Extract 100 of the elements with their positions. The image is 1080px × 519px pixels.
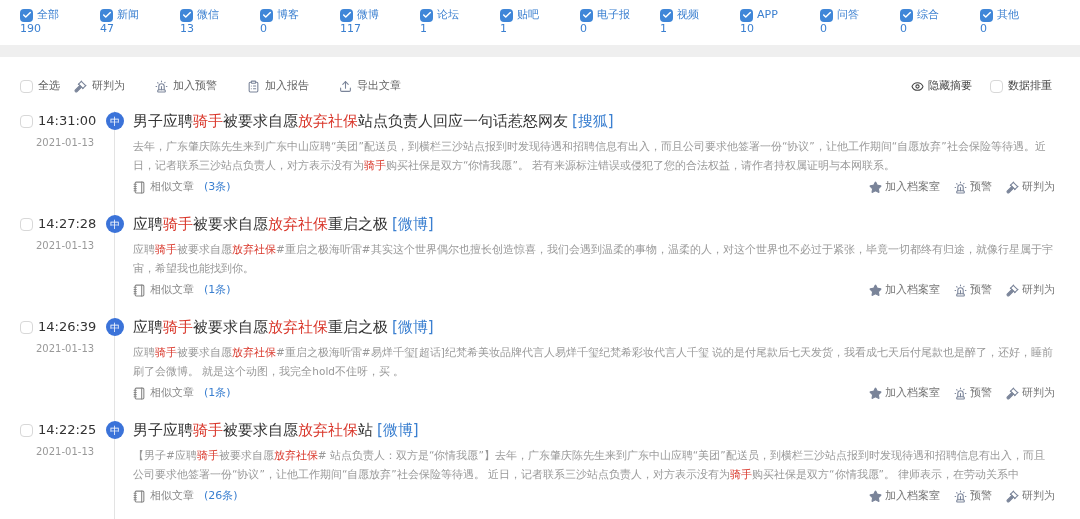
similar-count[interactable]: (1条) [204, 385, 231, 402]
toolbar-button[interactable]: 加入报告 [247, 77, 309, 95]
article-summary: 应聘骑手被要求自愿放弃社保#重启之极海听雷#其实这个世界偶尔也擅长创造惊喜，我们会遇到温柔的事物，温柔的人，对这个世界也不必过于紧张，毕竟一切都终有归途，就像行星属于宇宙，希望我也能找到你。 [133, 242, 1054, 276]
checkbox[interactable] [420, 8, 433, 22]
article-action-button[interactable]: 加入档案室 [869, 179, 940, 196]
source-link[interactable]: [微博] [392, 317, 434, 337]
upload-icon [339, 79, 352, 93]
notebook-icon [133, 489, 146, 503]
gavel-icon [1006, 386, 1019, 400]
article-action-button[interactable]: 预警 [954, 282, 992, 299]
article-title: 应聘骑手被要求自愿放弃社保重启之极 [133, 214, 388, 234]
checkbox[interactable] [660, 8, 673, 22]
checkbox[interactable] [500, 8, 513, 22]
filter-label[interactable]: APP [757, 8, 778, 22]
similar-label[interactable]: 相似文章 [150, 282, 194, 299]
sentiment-badge: 中 [106, 318, 124, 336]
checkbox[interactable] [100, 8, 113, 22]
filter-label[interactable]: 博客 [277, 8, 299, 22]
notebook-icon [133, 180, 146, 194]
filter-label[interactable]: 综合 [917, 8, 939, 22]
star-icon [869, 180, 882, 194]
article-action-button[interactable]: 加入档案室 [869, 385, 940, 402]
article-summary: 应聘骑手被要求自愿放弃社保#重启之极海听雷#易烊千玺[超话]纪梵希美妆品牌代言人易烊千玺纪梵希彩妆代言人千玺 说的是付尾款后七天发货，我看成七天后付尾款也是醉了，还好，睡前刷了会微博。 就是这个动图，我完全hold不住呀，买 。 [133, 345, 1055, 379]
notebook-icon [133, 283, 146, 297]
checkbox[interactable] [260, 8, 273, 22]
checkbox[interactable] [20, 217, 33, 231]
time-text: 14:27:28 [38, 215, 97, 233]
checkbox[interactable] [180, 8, 193, 22]
checkbox[interactable] [580, 8, 593, 22]
article-action-button[interactable]: 研判为 [1006, 488, 1055, 505]
sentiment-badge: 中 [106, 112, 124, 130]
filter-label[interactable]: 微信 [197, 8, 219, 22]
similar-count[interactable]: (3条) [204, 179, 231, 196]
filter-label[interactable]: 微博 [357, 8, 379, 22]
similar-label[interactable]: 相似文章 [150, 385, 194, 402]
filter-label[interactable]: 电子报 [597, 8, 630, 22]
similar-count[interactable]: (1条) [204, 282, 231, 299]
checkbox[interactable] [20, 114, 33, 128]
article-action-button[interactable]: 预警 [954, 385, 992, 402]
filter-count: 1 [500, 22, 508, 36]
time-text: 14:22:25 [38, 421, 97, 439]
star-icon [869, 283, 882, 297]
gavel-icon [1006, 283, 1019, 297]
article-action-button[interactable]: 研判为 [1006, 282, 1055, 299]
filter-label[interactable]: 新闻 [117, 8, 139, 22]
sentiment-badge: 中 [106, 215, 124, 233]
gavel-icon [74, 79, 87, 93]
filter-count: 47 [100, 22, 115, 36]
source-link[interactable]: [微博] [377, 420, 419, 440]
checkbox[interactable] [20, 79, 33, 93]
article-action-button[interactable]: 加入档案室 [869, 282, 940, 299]
article-action-button[interactable]: 研判为 [1006, 385, 1055, 402]
toolbar-button[interactable]: 研判为 [74, 77, 125, 95]
date-text: 2021-01-13 [35, 445, 96, 459]
filter-label[interactable]: 全部 [37, 8, 59, 22]
filter-label[interactable]: 视频 [677, 8, 699, 22]
article-action-button[interactable]: 预警 [954, 488, 992, 505]
article-title: 应聘骑手被要求自愿放弃社保重启之极 [133, 317, 388, 337]
filter-count: 0 [980, 22, 988, 36]
eye-icon [911, 79, 924, 93]
checkbox[interactable] [20, 320, 33, 334]
similar-count[interactable]: (26条) [204, 488, 238, 505]
checkbox[interactable] [820, 8, 833, 22]
article-action-button[interactable]: 研判为 [1006, 179, 1055, 196]
hide-summary-button[interactable]: 隐藏摘要 [911, 77, 972, 95]
time-text: 14:26:39 [38, 318, 97, 336]
sentiment-badge: 中 [106, 421, 124, 439]
checkbox[interactable] [340, 8, 353, 22]
filter-label[interactable]: 贴吧 [517, 8, 539, 22]
toolbar-button[interactable]: 加入预警 [155, 77, 217, 95]
article-title: 男子应聘骑手被要求自愿放弃社保站点负责人回应一句话惹怒网友 [133, 111, 568, 131]
select-all-label[interactable]: 全选 [38, 77, 60, 95]
checkbox[interactable] [900, 8, 913, 22]
filter-label[interactable]: 问答 [837, 8, 859, 22]
source-link[interactable]: [搜狐] [572, 111, 614, 131]
checkbox[interactable] [20, 423, 33, 437]
filter-count: 0 [580, 22, 588, 36]
article-action-button[interactable]: 预警 [954, 179, 992, 196]
dedupe-label[interactable]: 数据排重 [1008, 77, 1052, 95]
filter-count: 0 [820, 22, 828, 36]
filter-count: 1 [420, 22, 428, 36]
article-action-button[interactable]: 加入档案室 [869, 488, 940, 505]
checkbox[interactable] [20, 8, 33, 22]
checkbox[interactable] [990, 79, 1003, 93]
similar-label[interactable]: 相似文章 [150, 488, 194, 505]
time-text: 14:31:00 [38, 112, 97, 130]
similar-label[interactable]: 相似文章 [150, 179, 194, 196]
source-link[interactable]: [微博] [392, 214, 434, 234]
filter-label[interactable]: 论坛 [437, 8, 459, 22]
star-icon [869, 489, 882, 503]
filter-label[interactable]: 其他 [997, 8, 1019, 22]
clipboard-icon [247, 79, 260, 93]
filter-count: 0 [900, 22, 908, 36]
checkbox[interactable] [980, 8, 993, 22]
gavel-icon [1006, 489, 1019, 503]
filter-count: 13 [180, 22, 195, 36]
toolbar-button[interactable]: 导出文章 [339, 77, 401, 95]
filter-count: 10 [740, 22, 755, 36]
article-title: 男子应聘骑手被要求自愿放弃社保站 [133, 420, 373, 440]
checkbox[interactable] [740, 8, 753, 22]
